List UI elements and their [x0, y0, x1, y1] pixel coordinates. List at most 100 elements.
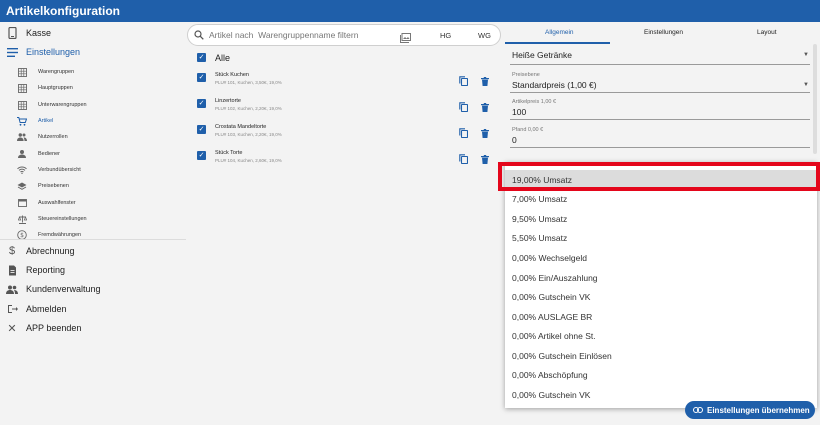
sidebar-item-label: Unterwarengruppen: [38, 102, 87, 108]
scale-icon: [16, 213, 28, 225]
sidebar-item-verbundübersicht[interactable]: Verbundübersicht: [0, 162, 186, 178]
nav-kasse[interactable]: Kasse: [0, 24, 186, 42]
tax-option[interactable]: 0,00% Wechselgeld: [505, 248, 817, 268]
grid-icon: [16, 82, 28, 94]
tab-bar: Allgemein Einstellungen Layout: [505, 24, 820, 44]
preisebene-arrow-icon[interactable]: ▼: [803, 82, 809, 88]
nav-abrechnung[interactable]: $ Abrechnung: [0, 242, 186, 260]
trash-icon[interactable]: [481, 151, 489, 164]
article-name: Linzertorte: [215, 98, 241, 104]
search-input[interactable]: [209, 30, 394, 40]
copy-icon[interactable]: [459, 151, 469, 165]
article-details: PLU# 103, Kuchen, 2,20€, 19,0%: [215, 132, 282, 137]
tab-einstellungen[interactable]: Einstellungen: [644, 29, 683, 36]
trash-icon[interactable]: [481, 73, 489, 86]
nav-kundenverwaltung-label: Kundenverwaltung: [26, 284, 101, 294]
apply-settings-label: Einstellungen übernehmen: [707, 405, 810, 415]
preisebene-label: Preisebene: [512, 72, 540, 78]
article-name: Stück Kuchen: [215, 72, 249, 78]
tax-option[interactable]: 5,50% Umsatz: [505, 229, 817, 249]
pfand-underline: [510, 147, 810, 148]
tab-allgemein[interactable]: Allgemein: [545, 29, 574, 36]
sidebar-item-label: Steuereinstellungen: [38, 216, 87, 222]
group-select[interactable]: Heiße Getränke: [512, 50, 572, 60]
sidebar-item-auswahlfenster[interactable]: Auswahlfenster: [0, 195, 186, 211]
trash-icon[interactable]: [481, 125, 489, 138]
sidebar-item-label: Fremdwährungen: [38, 232, 82, 238]
tab-indicator: [505, 42, 610, 44]
selection-highlight-box: [498, 162, 820, 191]
logout-icon: [5, 302, 19, 316]
tax-option[interactable]: 9,50% Umsatz: [505, 209, 817, 229]
preisebene-select[interactable]: Standardpreis (1,00 €): [512, 80, 597, 90]
sidebar: Kasse Einstellungen Warengruppen Hauptgru…: [0, 22, 186, 425]
nav-einstellungen[interactable]: Einstellungen: [0, 43, 186, 61]
article-checkbox[interactable]: ✓: [197, 73, 206, 82]
pfand-input[interactable]: 0: [512, 135, 517, 145]
search-bar: HG WG: [187, 24, 501, 46]
pfand-label: Pfand 0,00 €: [512, 127, 544, 133]
tax-option[interactable]: 0,00% Artikel ohne St.: [505, 326, 817, 346]
sidebar-divider: [0, 239, 186, 240]
tax-option[interactable]: 0,00% Abschöpfung: [505, 366, 817, 386]
article-details: PLU# 102, Kuchen, 2,20€, 19,0%: [215, 106, 282, 111]
article-checkbox[interactable]: ✓: [197, 151, 206, 160]
phone-icon: [5, 26, 19, 40]
copy-icon[interactable]: [459, 73, 469, 87]
sidebar-item-label: Verbundübersicht: [38, 167, 81, 173]
tab-layout[interactable]: Layout: [757, 29, 777, 36]
trash-icon[interactable]: [481, 99, 489, 112]
article-details: PLU# 101, Kuchen, 3,50€, 19,0%: [215, 80, 282, 85]
sidebar-item-label: Bediener: [38, 151, 61, 157]
sidebar-item-preisebenen[interactable]: Preisebenen: [0, 178, 186, 194]
sidebar-item-label: Artikel: [38, 118, 54, 124]
sidebar-item-steuereinstellungen[interactable]: Steuereinstellungen: [0, 211, 186, 227]
tax-option[interactable]: 0,00% AUSLAGE BR: [505, 307, 817, 327]
close-icon: ✕: [7, 322, 17, 335]
sidebar-item-hauptgruppen[interactable]: Hauptgruppen: [0, 80, 186, 96]
apply-settings-button[interactable]: Einstellungen übernehmen: [685, 401, 815, 419]
select-all-checkbox[interactable]: ✓: [197, 53, 206, 62]
panel-scrollbar[interactable]: [813, 44, 817, 154]
tax-option[interactable]: 7,00% Umsatz: [505, 190, 817, 210]
sidebar-item-nutzerrollen[interactable]: Nutzerrollen: [0, 129, 186, 145]
artikelpreis-input[interactable]: 100: [512, 107, 526, 117]
sidebar-item-artikel[interactable]: Artikel: [0, 113, 186, 129]
nav-abmelden[interactable]: Abmelden: [0, 300, 186, 318]
sidebar-item-warengruppen[interactable]: Warengruppen: [0, 64, 186, 80]
people-icon: [16, 131, 28, 143]
image-filter-icon[interactable]: [400, 30, 411, 43]
preisebene-underline: [510, 92, 810, 93]
sidebar-item-fremdwährungen[interactable]: $ Fremdwährungen: [0, 227, 186, 243]
people-icon: [5, 282, 19, 296]
tax-option[interactable]: 0,00% Gutschein VK: [505, 287, 817, 307]
wifi-icon: [16, 164, 28, 176]
group-select-underline: [510, 64, 810, 65]
nav-reporting[interactable]: Reporting: [0, 261, 186, 279]
sidebar-item-label: Nutzerrollen: [38, 134, 68, 140]
copy-icon[interactable]: [459, 125, 469, 139]
group-select-arrow-icon[interactable]: ▼: [803, 52, 809, 58]
article-checkbox[interactable]: ✓: [197, 125, 206, 134]
article-details: PLU# 104, Kuchen, 2,60€, 19,0%: [215, 158, 282, 163]
hg-filter-button[interactable]: HG: [440, 31, 451, 40]
grid-icon: [16, 66, 28, 78]
copy-icon[interactable]: [459, 99, 469, 113]
wg-filter-button[interactable]: WG: [478, 31, 491, 40]
nav-kundenverwaltung[interactable]: Kundenverwaltung: [0, 280, 186, 298]
layers-icon: [16, 180, 28, 192]
nav-kasse-label: Kasse: [26, 28, 52, 38]
dollar-icon: $: [8, 245, 16, 257]
sidebar-item-bediener[interactable]: Bediener: [0, 146, 186, 162]
select-all-label: Alle: [215, 53, 231, 63]
article-checkbox[interactable]: ✓: [197, 99, 206, 108]
tax-option[interactable]: 0,00% Ein/Auszahlung: [505, 268, 817, 288]
nav-app-beenden[interactable]: ✕ APP beenden: [0, 319, 186, 337]
artikelpreis-underline: [510, 119, 810, 120]
nav-abrechnung-label: Abrechnung: [26, 246, 75, 256]
link-icon: [693, 406, 703, 415]
tax-option[interactable]: 0,00% Gutschein Einlösen: [505, 346, 817, 366]
menu-icon: [5, 45, 19, 59]
nav-abmelden-label: Abmelden: [26, 304, 67, 314]
sidebar-item-unterwarengruppen[interactable]: Unterwarengruppen: [0, 97, 186, 113]
